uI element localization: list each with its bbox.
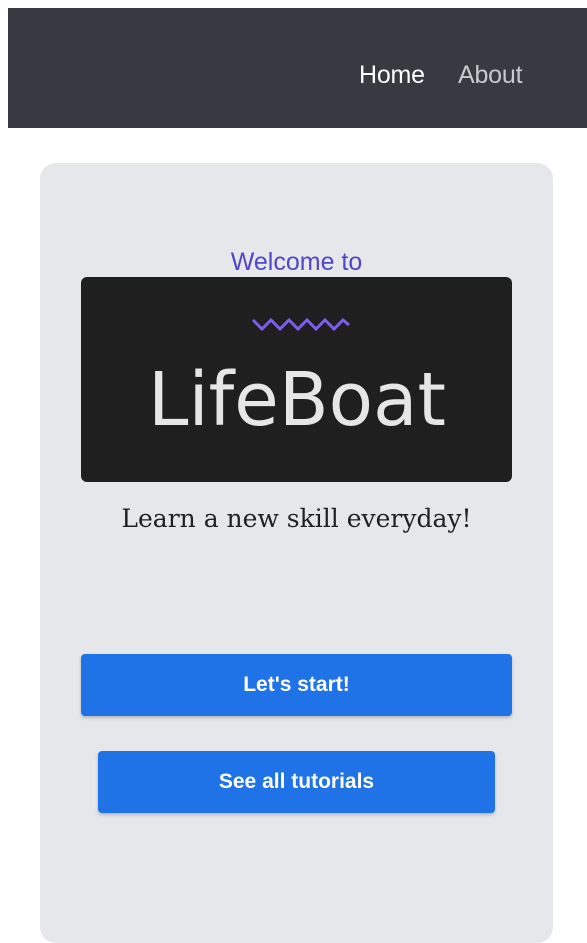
welcome-heading: Welcome to [230,248,363,276]
tagline: Learn a new skill everyday! [121,504,472,533]
logo-wordmark: LifeBoat [148,357,446,443]
wave-icon [251,317,350,332]
see-all-tutorials-button[interactable]: See all tutorials [98,751,495,813]
nav-link-home[interactable]: Home [359,60,425,90]
nav-link-about[interactable]: About [458,60,523,90]
lets-start-button[interactable]: Let's start! [81,654,512,716]
lifeboat-logo: LifeBoat [81,277,512,482]
lifeboat-logo-graphic: LifeBoat [148,317,446,443]
welcome-card: Welcome to LifeBoat Learn a new skill ev… [40,163,553,943]
navbar: Home About [8,8,587,128]
